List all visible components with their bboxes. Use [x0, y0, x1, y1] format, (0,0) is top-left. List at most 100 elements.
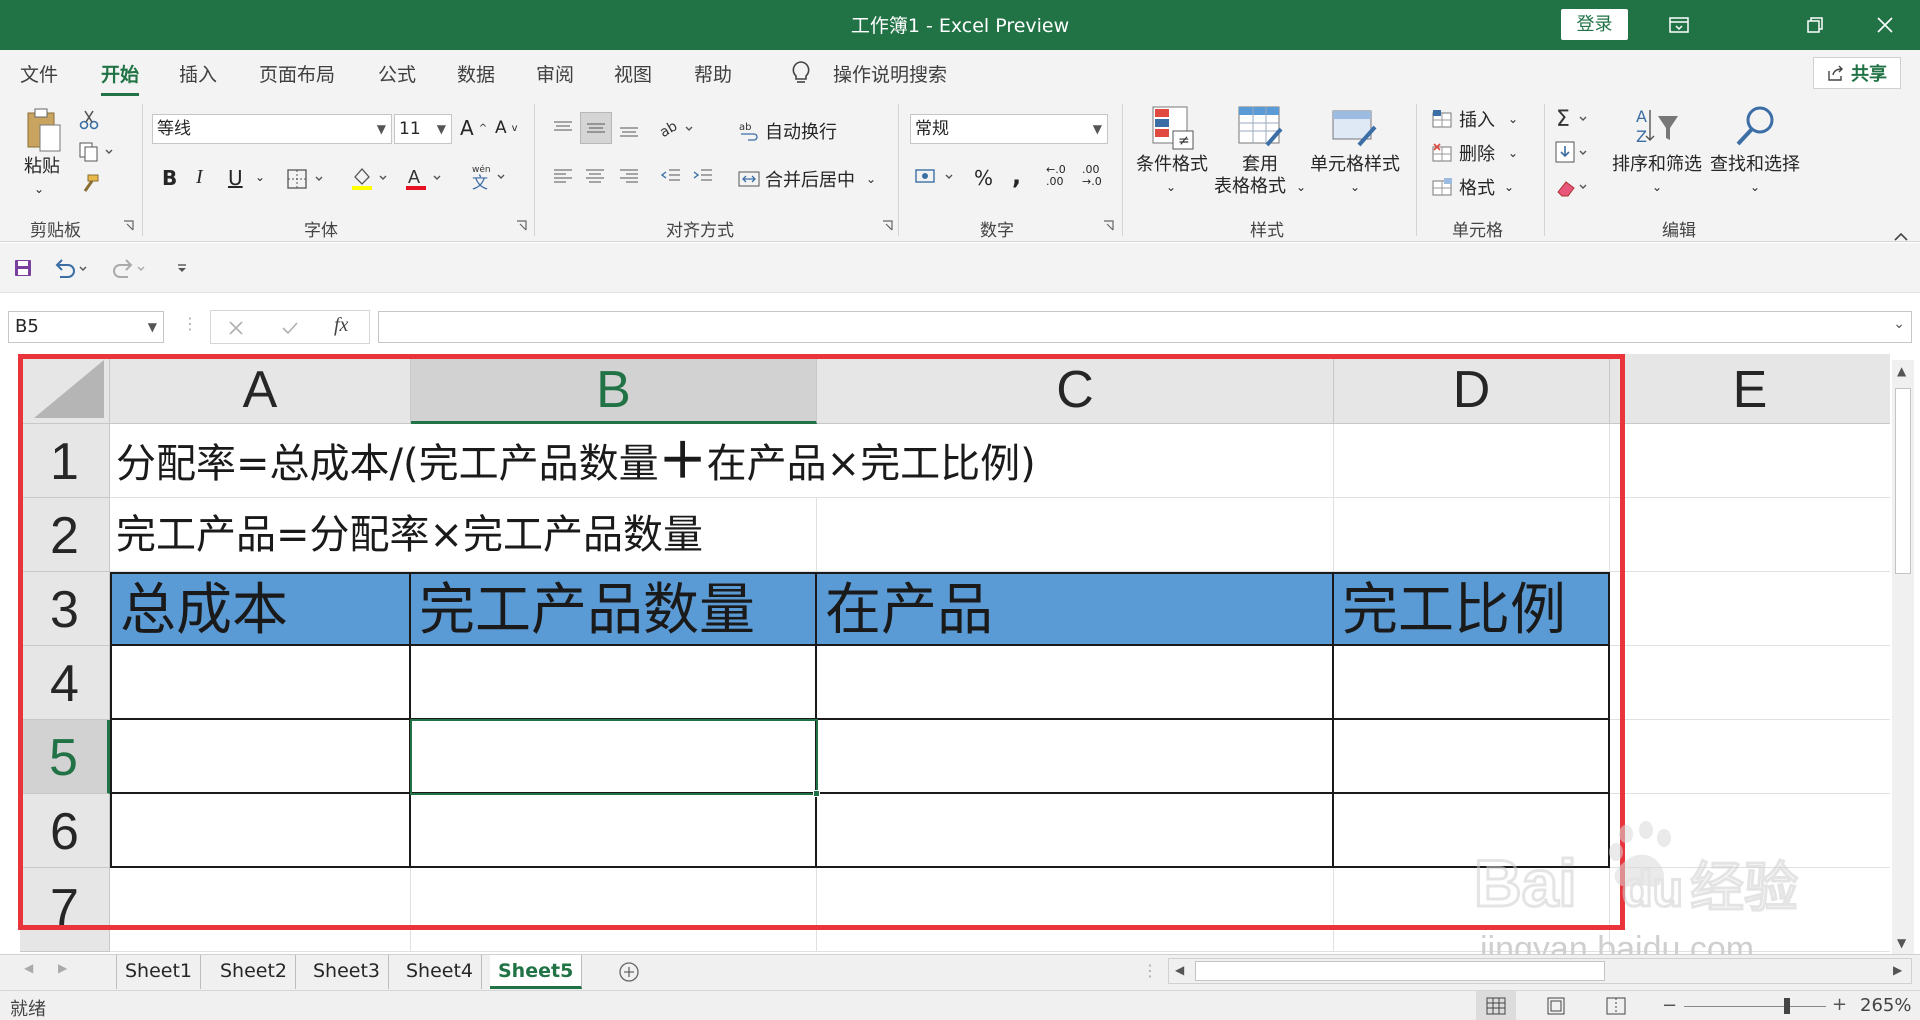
- decrease-font-icon[interactable]: Av: [495, 118, 518, 138]
- column-header-d[interactable]: D: [1334, 354, 1610, 424]
- autosum-icon[interactable]: Σ: [1554, 104, 1594, 134]
- tab-file[interactable]: 文件: [20, 60, 58, 87]
- cell-d4[interactable]: [1334, 646, 1610, 720]
- align-right-icon[interactable]: [614, 162, 644, 192]
- vertical-scrollbar[interactable]: ▲ ▼: [1892, 360, 1914, 956]
- increase-indent-icon[interactable]: [688, 162, 718, 192]
- format-as-table-icon[interactable]: [1236, 104, 1286, 152]
- cell-b7[interactable]: [411, 868, 817, 952]
- vertical-scroll-thumb[interactable]: [1895, 388, 1911, 574]
- merge-center-button[interactable]: 合并后居中 ⌄: [738, 166, 876, 192]
- cell-styles-icon[interactable]: [1330, 104, 1380, 152]
- tab-home[interactable]: 开始: [101, 60, 140, 96]
- sheet-tab-2[interactable]: Sheet2: [212, 955, 297, 989]
- fill-icon[interactable]: [1554, 138, 1594, 168]
- cell-e1[interactable]: [1610, 424, 1890, 498]
- cell-c5[interactable]: [817, 720, 1334, 794]
- page-layout-view-icon[interactable]: [1536, 991, 1576, 1020]
- normal-view-icon[interactable]: [1476, 991, 1516, 1020]
- column-header-e[interactable]: E: [1610, 354, 1890, 424]
- cancel-icon[interactable]: [224, 316, 248, 340]
- clipboard-launcher-icon[interactable]: [123, 220, 134, 231]
- zoom-slider-thumb[interactable]: [1784, 998, 1790, 1014]
- row-header-2[interactable]: 2: [20, 498, 110, 572]
- cell-c3[interactable]: 在产品: [817, 572, 1334, 646]
- cell-c2[interactable]: [817, 498, 1334, 572]
- cell-a4[interactable]: [110, 646, 411, 720]
- scroll-up-icon[interactable]: ▲: [1897, 364, 1906, 378]
- zoom-in-icon[interactable]: +: [1832, 994, 1847, 1015]
- paste-dropdown-icon[interactable]: ⌄: [34, 178, 44, 200]
- row-header-1[interactable]: 1: [20, 424, 110, 498]
- name-box[interactable]: B5 ▼: [8, 311, 164, 343]
- chevron-down-icon[interactable]: ⌄: [1296, 176, 1306, 198]
- cut-icon[interactable]: [76, 108, 102, 132]
- cell-e6[interactable]: [1610, 794, 1890, 868]
- cell-b4[interactable]: [411, 646, 817, 720]
- clear-icon[interactable]: [1554, 172, 1594, 202]
- customize-qat-icon[interactable]: [172, 255, 192, 281]
- tab-data[interactable]: 数据: [457, 60, 495, 87]
- copy-icon[interactable]: [76, 140, 116, 164]
- orientation-icon[interactable]: ab: [658, 114, 702, 144]
- font-launcher-icon[interactable]: [516, 220, 527, 231]
- cell-e7[interactable]: [1610, 868, 1890, 952]
- font-size-combo[interactable]: 11 ▼: [394, 114, 452, 144]
- tab-page-layout[interactable]: 页面布局: [259, 60, 335, 87]
- sheet-tab-5[interactable]: Sheet5: [490, 955, 583, 989]
- cell-a2[interactable]: 完工产品=分配率×完工产品数量: [110, 498, 817, 572]
- align-middle-icon[interactable]: [580, 112, 612, 144]
- page-break-view-icon[interactable]: [1596, 991, 1636, 1020]
- wrap-text-button[interactable]: ab 自动换行: [738, 118, 837, 144]
- comma-button[interactable]: ,: [1012, 162, 1021, 190]
- undo-icon[interactable]: [50, 255, 94, 281]
- alignment-launcher-icon[interactable]: [882, 220, 893, 231]
- tab-split-handle[interactable]: ⋮: [1142, 961, 1158, 980]
- cell-a6[interactable]: [110, 794, 411, 868]
- next-sheet-icon[interactable]: ▶: [58, 961, 67, 975]
- cell-e5[interactable]: [1610, 720, 1890, 794]
- insert-cells-button[interactable]: 插入 ⌄: [1432, 106, 1518, 132]
- expand-formula-bar-icon[interactable]: ⌄: [1893, 316, 1905, 332]
- chevron-down-icon[interactable]: ⌄: [1652, 176, 1662, 198]
- ribbon-display-options-icon[interactable]: [1654, 0, 1704, 50]
- italic-button[interactable]: I: [196, 166, 203, 189]
- column-header-b[interactable]: B: [411, 354, 817, 424]
- chevron-down-icon[interactable]: ⌄: [1350, 176, 1360, 198]
- redo-icon[interactable]: [108, 255, 152, 281]
- cell-b6[interactable]: [411, 794, 817, 868]
- scroll-left-icon[interactable]: ◀: [1175, 963, 1184, 977]
- cell-d2[interactable]: [1334, 498, 1610, 572]
- format-painter-icon[interactable]: [76, 172, 102, 196]
- cell-styles-button[interactable]: 单元格样式: [1310, 154, 1400, 176]
- row-header-7[interactable]: 7: [20, 868, 110, 952]
- cell-c7[interactable]: [817, 868, 1334, 952]
- sort-filter-button[interactable]: 排序和筛选: [1612, 154, 1702, 176]
- horizontal-scrollbar[interactable]: ◀ ▶: [1168, 958, 1912, 984]
- scroll-right-icon[interactable]: ▶: [1893, 963, 1902, 977]
- number-launcher-icon[interactable]: [1103, 220, 1114, 231]
- tab-view[interactable]: 视图: [614, 60, 652, 87]
- tab-review[interactable]: 审阅: [536, 60, 574, 87]
- conditional-format-button[interactable]: 条件格式: [1136, 154, 1208, 176]
- underline-dropdown-icon[interactable]: ⌄: [255, 170, 265, 184]
- align-left-icon[interactable]: [548, 162, 578, 192]
- cell-d7[interactable]: [1334, 868, 1610, 952]
- scroll-down-icon[interactable]: ▼: [1897, 936, 1906, 950]
- bold-button[interactable]: B: [162, 166, 177, 190]
- save-icon[interactable]: [10, 255, 36, 281]
- find-select-button[interactable]: 查找和选择: [1710, 154, 1800, 176]
- accounting-format-icon[interactable]: [912, 162, 962, 192]
- borders-icon[interactable]: [286, 166, 330, 192]
- insert-function-button[interactable]: fx: [334, 314, 348, 337]
- fill-color-icon[interactable]: [350, 164, 394, 192]
- add-sheet-icon[interactable]: [616, 959, 642, 985]
- increase-font-icon[interactable]: A ^: [460, 116, 487, 140]
- row-header-3[interactable]: 3: [20, 572, 110, 646]
- underline-button[interactable]: U: [228, 166, 243, 190]
- chevron-down-icon[interactable]: ⌄: [1750, 176, 1760, 198]
- paste-icon[interactable]: [22, 104, 66, 154]
- delete-cells-button[interactable]: 删除 ⌄: [1432, 140, 1518, 166]
- cell-a1[interactable]: 分配率=总成本/(完工产品数量＋在产品×完工比例): [110, 424, 1334, 498]
- enter-icon[interactable]: [278, 316, 302, 340]
